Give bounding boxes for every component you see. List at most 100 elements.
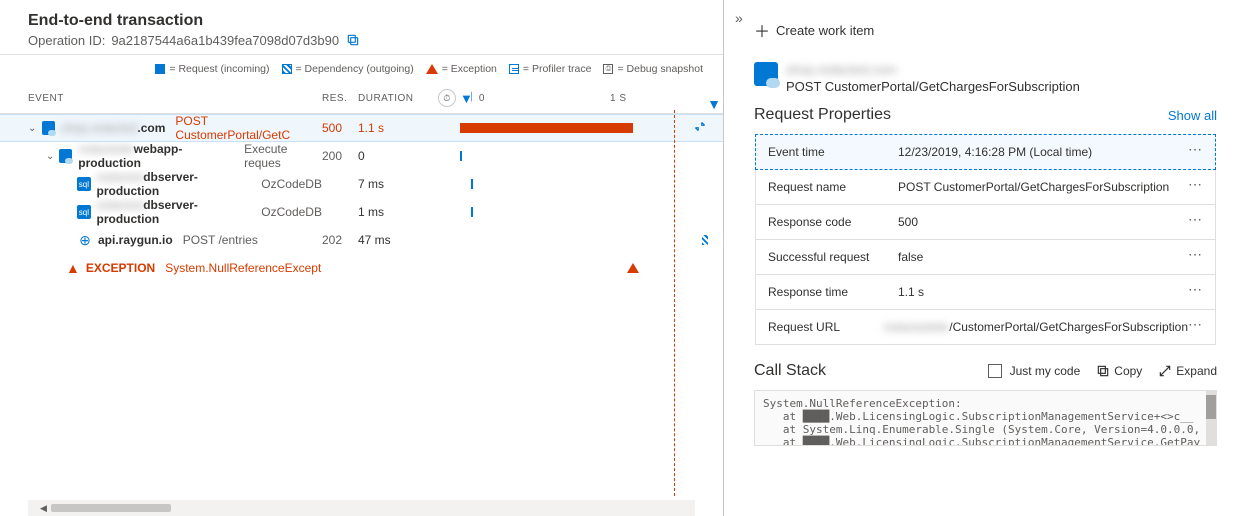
row-duration: 7 ms	[358, 177, 438, 191]
filter-clock-icon[interactable]: ⏱	[438, 89, 456, 107]
timeline-tick-0: 0	[479, 93, 485, 104]
timeline-bar	[460, 151, 462, 161]
property-row[interactable]: Request URLredactedsite/CustomerPortal/G…	[755, 309, 1216, 345]
row-duration: 1 ms	[358, 205, 438, 219]
transaction-row[interactable]: ▲ EXCEPTION System.NullReferenceException	[0, 254, 723, 282]
timeline-bar	[702, 235, 708, 245]
legend-request: = Request (incoming)	[169, 63, 269, 75]
row-duration: 47 ms	[358, 233, 438, 247]
col-event[interactable]: EVENT	[28, 93, 322, 104]
legend-profiler: = Profiler trace	[523, 63, 592, 75]
row-resource-name: shop.redacted.com	[61, 121, 165, 135]
transaction-row[interactable]: ⌄ redactedwwebapp-production Execute requ…	[0, 142, 723, 170]
timeline-funnel-right-icon[interactable]: ▼	[707, 96, 721, 112]
call-stack-title: Call Stack	[754, 362, 826, 380]
show-all-link[interactable]: Show all	[1168, 108, 1217, 123]
expand-label: Expand	[1176, 364, 1217, 378]
copy-stack-button[interactable]: Copy	[1096, 364, 1142, 378]
property-value: 1.1 s	[898, 285, 1188, 299]
more-actions-icon[interactable]: ⋯	[1188, 145, 1203, 153]
legend-dependency: = Dependency (outgoing)	[296, 63, 414, 75]
exception-swatch	[426, 64, 438, 74]
snapshot-swatch	[603, 64, 613, 74]
just-my-code-label: Just my code	[1010, 364, 1081, 378]
property-row[interactable]: Response code500⋯	[755, 204, 1216, 240]
property-label: Response time	[768, 285, 898, 299]
property-value: false	[898, 250, 1188, 264]
op-id-label: Operation ID:	[28, 33, 105, 48]
property-row[interactable]: Successful requestfalse⋯	[755, 239, 1216, 275]
request-swatch	[155, 64, 165, 74]
transaction-row[interactable]: ⌄ shop.redacted.com POST CustomerPortal/G…	[0, 114, 723, 142]
context-app-name: shop.redacted.com	[786, 62, 1080, 77]
timeline-bar	[471, 179, 473, 189]
legend-exception: = Exception	[442, 63, 497, 75]
col-duration[interactable]: DURATION	[358, 93, 438, 104]
dependency-swatch	[282, 64, 292, 74]
collapse-row-icon[interactable]	[693, 120, 707, 137]
property-value: 12/23/2019, 4:16:28 PM (Local time)	[898, 145, 1188, 159]
stack-line: at ████.Web.LicensingLogic.SubscriptionM…	[763, 436, 1208, 446]
expand-stack-button[interactable]: Expand	[1158, 364, 1217, 378]
row-duration: 0	[358, 149, 438, 163]
row-detail: OzCodeDB	[261, 205, 322, 219]
page-title: End-to-end transaction	[28, 12, 703, 30]
sql-db-icon: sql	[77, 205, 90, 219]
transaction-row[interactable]: sqlredacteddbserver-production OzCodeDB1…	[0, 198, 723, 226]
create-work-item-button[interactable]: ＋ Create work item	[724, 8, 1233, 56]
scroll-left-icon[interactable]: ◀	[40, 503, 47, 514]
row-detail: Execute reques	[244, 142, 322, 170]
funnel-filter-icon[interactable]: ▼│	[460, 91, 479, 106]
timeline-bar	[460, 123, 633, 133]
chevron-down-icon[interactable]: ⌄	[28, 123, 40, 134]
row-resource-name: redactedwwebapp-production	[78, 142, 234, 170]
more-actions-icon[interactable]: ⋯	[1188, 180, 1203, 188]
stack-vertical-scrollbar[interactable]	[1206, 391, 1216, 445]
more-actions-icon[interactable]: ⋯	[1188, 250, 1203, 258]
just-my-code-checkbox[interactable]: Just my code	[988, 364, 1081, 378]
horizontal-scrollbar[interactable]: ◀	[28, 500, 695, 516]
property-row[interactable]: Event time12/23/2019, 4:16:28 PM (Local …	[755, 134, 1216, 170]
legend-snapshot: = Debug snapshot	[617, 63, 703, 75]
timeline-bar	[627, 263, 639, 273]
row-resource-name: EXCEPTION	[86, 261, 155, 275]
row-response-code: 500	[322, 121, 358, 135]
copy-label: Copy	[1114, 364, 1142, 378]
stack-line: at System.Linq.Enumerable.Single (System…	[763, 423, 1208, 436]
scroll-thumb[interactable]	[51, 504, 171, 512]
exception-icon: ▲	[66, 261, 80, 275]
more-actions-icon[interactable]: ⋯	[1188, 320, 1203, 328]
expand-panel-icon[interactable]: »	[735, 10, 743, 26]
app-icon	[754, 62, 778, 86]
transaction-row[interactable]: ⊕api.raygun.io POST /entries20247 ms	[0, 226, 723, 254]
plus-icon: ＋	[754, 18, 770, 42]
row-resource-name: redacteddbserver-production	[97, 170, 252, 198]
row-response-code: 200	[322, 149, 358, 163]
profiler-swatch	[509, 64, 519, 74]
copy-op-id-icon[interactable]	[345, 32, 361, 48]
cloud-app-icon	[59, 149, 72, 163]
more-actions-icon[interactable]: ⋯	[1188, 285, 1203, 293]
row-detail: OzCodeDB	[261, 177, 322, 191]
call-stack-box[interactable]: System.NullReferenceException: at ████.W…	[754, 390, 1217, 446]
row-detail: POST CustomerPortal/GetC	[175, 114, 322, 142]
context-request-name: POST CustomerPortal/GetChargesForSubscri…	[786, 79, 1080, 94]
property-label: Request URL	[768, 320, 884, 334]
create-work-item-label: Create work item	[776, 23, 874, 38]
globe-icon: ⊕	[78, 233, 92, 247]
request-properties-title: Request Properties	[754, 106, 891, 124]
col-res[interactable]: RES.	[322, 93, 358, 104]
property-value: 500	[898, 215, 1188, 229]
property-value: POST CustomerPortal/GetChargesForSubscri…	[898, 180, 1188, 194]
row-detail: System.NullReferenceException	[165, 261, 322, 275]
property-label: Event time	[768, 145, 898, 159]
property-row[interactable]: Response time1.1 s⋯	[755, 274, 1216, 310]
sql-db-icon: sql	[77, 177, 90, 191]
op-id-value: 9a2187544a6a1b439fea7098d07d3b90	[111, 33, 339, 48]
timeline-bar	[471, 207, 473, 217]
chevron-down-icon[interactable]: ⌄	[46, 151, 57, 162]
property-row[interactable]: Request namePOST CustomerPortal/GetCharg…	[755, 169, 1216, 205]
more-actions-icon[interactable]: ⋯	[1188, 215, 1203, 223]
transaction-row[interactable]: sql redacteddbserver-production OzCodeDB 7…	[0, 170, 723, 198]
property-value: redactedsite/CustomerPortal/GetChargesFo…	[884, 320, 1188, 334]
